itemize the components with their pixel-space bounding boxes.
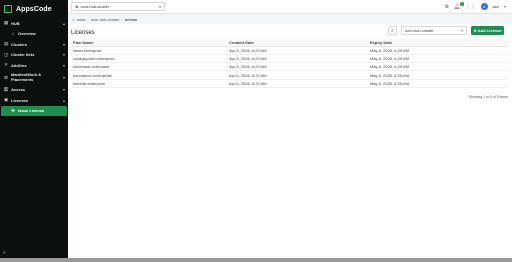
search-button[interactable]: ⌕ [388, 26, 397, 35]
cell-created-date: Apr 6, 2026, 6:29 AM [227, 54, 368, 64]
cluster-icon: ◉ [75, 4, 79, 9]
avatar[interactable]: A [480, 3, 488, 10]
cell-expiry-date: May 6, 2026, 6:29 AM [368, 70, 508, 80]
cell-created-date: Apr 6, 2026, 6:29 AM [227, 62, 368, 72]
sidebar-item-hub[interactable]: ▦ HUB ▴ [0, 18, 68, 29]
cell-expiry-date: May 6, 2026, 6:29 AM [368, 62, 508, 72]
top-bar: ◉ ocm-hub-cluster ▾ ⚙ 🔔︎ 1 ⋮⋮ A ace ▾ [68, 0, 512, 14]
page-title: Licenses [71, 29, 95, 36]
sidebar-item-manifestwork[interactable]: ⇄ ManifestWork & Placements ▾ [0, 71, 68, 85]
sidebar-item-label: Clusters [11, 41, 28, 47]
license-icon: ▣ [3, 97, 9, 103]
apps-grid-icon[interactable]: ⋮⋮ [466, 4, 476, 10]
add-license-label: Add License [477, 28, 502, 33]
licenses-panel: Licenses ⌕ ocm-hub-cluster ▾ ⊕ Add Licen… [68, 24, 512, 258]
sidebar-item-addons[interactable]: ✕ AddOns ▾ [0, 60, 68, 71]
table-row[interactable]: panopticon-enterprise Apr 6, 2026, 6:29 … [71, 70, 508, 80]
table-row[interactable]: stash-enterprise Apr 6, 2026, 6:29 AM Ma… [71, 46, 508, 55]
chevron-down-icon[interactable]: ▾ [504, 4, 506, 9]
user-name[interactable]: ace [493, 4, 499, 9]
chevron-up-icon: ▴ [62, 97, 65, 103]
sidebar-item-label: Access [11, 87, 26, 93]
appscode-logo-icon: ⬚ [4, 5, 12, 13]
cell-plan-name: panopticon-enterprise [71, 70, 227, 80]
sidebar-item-label: ManifestWork & Placements [11, 71, 42, 82]
cell-plan-name: configsyncer-enterprise [71, 54, 227, 64]
column-plan-name[interactable]: Plan Name [71, 39, 227, 47]
sidebar-item-cluster-sets[interactable]: ◫ Cluster Sets ▾ [0, 50, 68, 61]
table-row[interactable]: kubedb-enterprise Apr 6, 2026, 6:29 AM M… [71, 79, 508, 89]
sidebar-item-overview[interactable]: ⌂ Overview [0, 29, 68, 40]
grid-icon: ▦ [3, 20, 9, 26]
chevron-down-icon: ▾ [62, 52, 65, 58]
sidebar-item-label: AddOns [11, 62, 27, 68]
cluster-filter-value: ocm-hub-cluster [405, 28, 434, 33]
sidebar-item-label: Issue License [18, 108, 45, 113]
top-actions: ⚙ 🔔︎ 1 ⋮⋮ A ace ▾ [445, 1, 506, 10]
breadcrumb-item-hubs[interactable]: hubs [77, 17, 86, 22]
logo-text: AppsCode [16, 5, 52, 13]
chevron-down-icon: ▾ [62, 75, 65, 80]
settings-icon[interactable]: ⚙ [445, 4, 449, 10]
cell-created-date: Apr 6, 2026, 6:29 AM [227, 70, 368, 80]
layers-icon: ◫ [3, 51, 9, 57]
server-icon: ▤ [3, 41, 9, 47]
bell-icon[interactable]: 🔔︎ 1 [454, 1, 464, 10]
app-frame: ⬚ AppsCode ▦ HUB ▴ ⌂ Overview ▤ Clusters… [0, 0, 512, 262]
cluster-selector-value: ocm-hub-cluster [80, 4, 110, 9]
sidebar-item-licenses[interactable]: ▣ Licenses ▴ [0, 95, 68, 106]
chevron-up-icon: ▴ [62, 20, 65, 26]
window-bottom-edge [0, 258, 512, 262]
puzzle-icon: ✚ [11, 107, 15, 113]
cluster-filter-select[interactable]: ocm-hub-cluster ▾ [401, 26, 467, 35]
chevron-down-icon: ▾ [62, 62, 65, 68]
sidebar-nav: ▦ HUB ▴ ⌂ Overview ▤ Clusters ▾ ◫ Cluste… [0, 18, 68, 116]
sidebar-item-label: Licenses [11, 97, 29, 103]
shuffle-icon: ⇄ [4, 74, 8, 80]
column-expiry-date[interactable]: Expiry Date [368, 39, 508, 47]
cell-created-date: Apr 6, 2026, 6:29 AM [227, 79, 368, 89]
sidebar-item-label: Overview [18, 31, 36, 37]
chevron-down-icon: ▾ [62, 41, 65, 47]
add-license-button[interactable]: ⊕ Add License [471, 26, 504, 35]
notification-badge: 1 [459, 1, 464, 6]
chevron-down-icon: ▾ [460, 28, 463, 33]
sidebar-item-access[interactable]: ⚿ Access ▾ [0, 85, 68, 96]
breadcrumb-item-current: license [124, 17, 138, 22]
breadcrumb: ⌂ hubs › ocm-hub-cluster › license [72, 16, 137, 23]
sidebar-item-clusters[interactable]: ▤ Clusters ▾ [0, 39, 68, 50]
key-icon: ⚿ [4, 87, 8, 93]
table-row[interactable]: configsyncer-enterprise Apr 6, 2026, 6:2… [71, 54, 508, 64]
breadcrumb-item-cluster[interactable]: ocm-hub-cluster [91, 17, 120, 22]
column-created-date[interactable]: Created Date [227, 39, 368, 47]
cell-expiry-date: May 6, 2026, 6:29 AM [368, 79, 508, 89]
licenses-table: Plan Name Created Date Expiry Date stash… [71, 39, 508, 89]
cell-plan-name: stash-enterprise [71, 46, 227, 55]
cluster-selector[interactable]: ◉ ocm-hub-cluster ▾ [71, 2, 165, 11]
search-icon: ⌕ [391, 28, 394, 33]
chevron-down-icon: ▾ [158, 4, 161, 9]
cell-created-date: Apr 6, 2026, 6:29 AM [227, 46, 368, 55]
home-icon[interactable]: ⌂ [72, 17, 75, 22]
collapse-sidebar-icon[interactable]: « [3, 250, 6, 256]
chevron-down-icon: ▾ [62, 87, 65, 93]
table-row[interactable]: kubevault-enterprise Apr 6, 2026, 6:29 A… [71, 62, 508, 72]
table-header-row: Plan Name Created Date Expiry Date [71, 39, 508, 47]
pagination-summary: Showing 1 to 5 of 5 items [468, 95, 508, 99]
sidebar-item-label: HUB [11, 20, 20, 26]
plus-icon: ⊕ [473, 28, 477, 33]
sidebar-item-label: Cluster Sets [11, 52, 35, 58]
cell-expiry-date: May 6, 2026, 6:29 AM [368, 54, 508, 64]
logo[interactable]: ⬚ AppsCode [0, 0, 68, 18]
puzzle-icon: ✕ [4, 62, 8, 68]
sidebar: ⬚ AppsCode ▦ HUB ▴ ⌂ Overview ▤ Clusters… [0, 0, 68, 258]
breadcrumb-separator: › [87, 17, 89, 22]
breadcrumb-separator: › [121, 17, 123, 22]
cell-expiry-date: May 6, 2026, 6:29 AM [368, 46, 508, 55]
cell-plan-name: kubevault-enterprise [71, 62, 227, 72]
cell-plan-name: kubedb-enterprise [71, 79, 227, 89]
home-icon: ⌂ [11, 31, 15, 37]
sidebar-item-issue-license[interactable]: ✚ Issue License [1, 105, 67, 116]
